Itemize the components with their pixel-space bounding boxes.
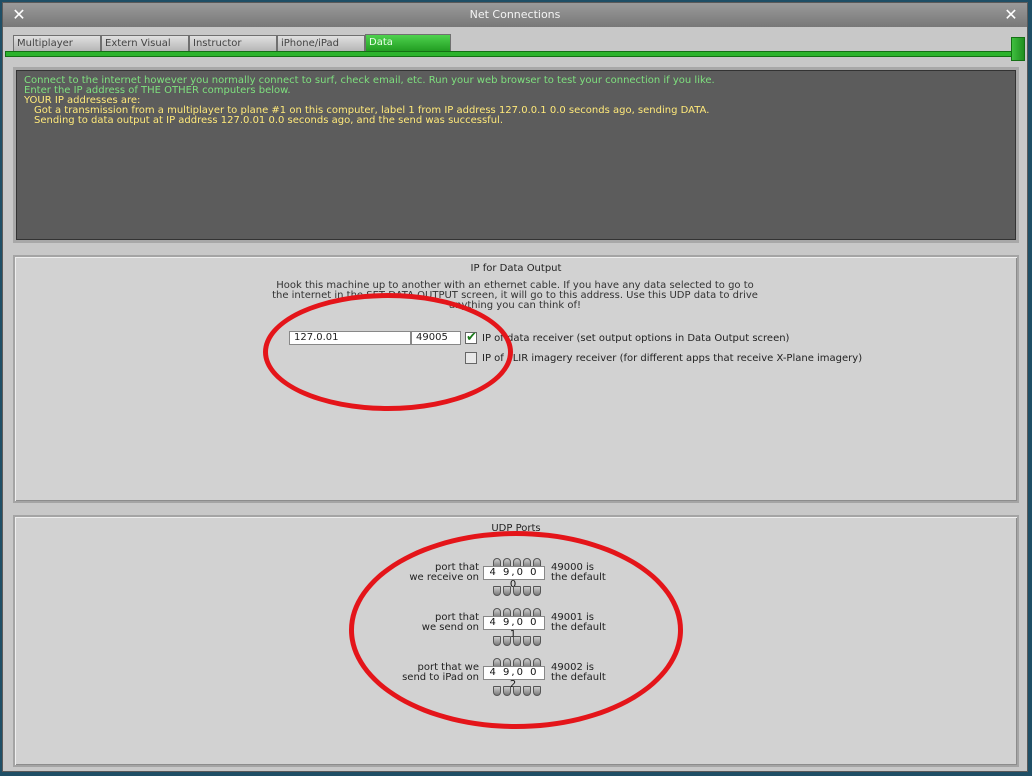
scrollbar-thumb[interactable] [1011,37,1025,61]
flir-receiver-checkbox[interactable] [465,352,477,364]
digit-down-arrow-icon[interactable] [513,686,521,696]
status-console: Connect to the internet however you norm… [13,67,1019,243]
digit-down-arrow-icon[interactable] [523,686,531,696]
send-port-decrement-arrows [493,631,545,646]
digit-down-arrow-icon[interactable] [533,636,541,646]
default-line: the default [551,622,606,633]
port-label-line: we send on [421,622,479,633]
digit-down-arrow-icon[interactable] [523,636,531,646]
port-label-line: send to iPad on [402,672,479,683]
digit-down-arrow-icon[interactable] [523,586,531,596]
title-bar: ✕ Net Connections ✕ [3,3,1027,27]
ipad-port-increment-arrows [493,653,545,668]
flir-receiver-label: IP of FLIR imagery receiver (for differe… [482,353,863,364]
receive-port-default: 49000 is the default [551,563,606,583]
tab-iphone-ipad[interactable]: iPhone/iPad [277,35,365,52]
console-line: Sending to data output at IP address 127… [34,115,503,126]
digit-down-arrow-icon[interactable] [533,686,541,696]
description-line: anything you can think of! [449,300,581,311]
send-port-increment-arrows [493,603,545,618]
ip-panel-title: IP for Data Output [470,263,562,274]
udp-panel-title: UDP Ports [491,523,541,534]
receive-port-decrement-arrows [493,581,545,596]
receive-port-increment-arrows [493,553,545,568]
ipad-port-value[interactable]: 4 9,0 0 2 [483,666,545,690]
ip-port-field[interactable]: 49005 [411,331,461,345]
ipad-port-default: 49002 is the default [551,663,606,683]
window-title: Net Connections [469,8,561,21]
net-connections-window: ✕ Net Connections ✕ Multiplayer Extern V… [2,2,1028,772]
digit-down-arrow-icon[interactable] [503,636,511,646]
data-receiver-label: IP of data receiver (set output options … [482,333,790,344]
ipad-port-label: port that we send to iPad on [359,663,479,683]
digit-down-arrow-icon[interactable] [513,586,521,596]
digit-down-arrow-icon[interactable] [513,636,521,646]
digit-down-arrow-icon[interactable] [493,686,501,696]
console-line: Enter the IP address of THE OTHER comput… [24,85,291,96]
send-port-value[interactable]: 4 9,0 0 1 [483,616,545,640]
udp-ports-panel: UDP Ports port that we receive on 4 9,0 … [13,515,1019,767]
digit-down-arrow-icon[interactable] [493,636,501,646]
receive-port-value[interactable]: 4 9,0 0 0 [483,566,545,590]
default-line: the default [551,572,606,583]
tab-extern-visual[interactable]: Extern Visual [101,35,189,52]
data-receiver-checkbox[interactable] [465,330,477,345]
close-right-icon[interactable]: ✕ [1001,5,1021,25]
tab-underline [5,51,1025,57]
digit-down-arrow-icon[interactable] [503,586,511,596]
tab-instructor[interactable]: Instructor [189,35,277,52]
port-label-line: we receive on [409,572,479,583]
send-port-default: 49001 is the default [551,613,606,633]
default-line: the default [551,672,606,683]
ip-panel-description: Hook this machine up to another with an … [215,281,815,311]
ip-address-field[interactable]: 127.0.01 [289,331,411,345]
receive-port-label: port that we receive on [359,563,479,583]
digit-down-arrow-icon[interactable] [533,586,541,596]
tab-multiplayer[interactable]: Multiplayer [13,35,101,52]
ip-data-output-panel: IP for Data Output Hook this machine up … [13,255,1019,503]
ipad-port-decrement-arrows [493,681,545,696]
digit-down-arrow-icon[interactable] [503,686,511,696]
digit-down-arrow-icon[interactable] [493,586,501,596]
send-port-label: port that we send on [359,613,479,633]
